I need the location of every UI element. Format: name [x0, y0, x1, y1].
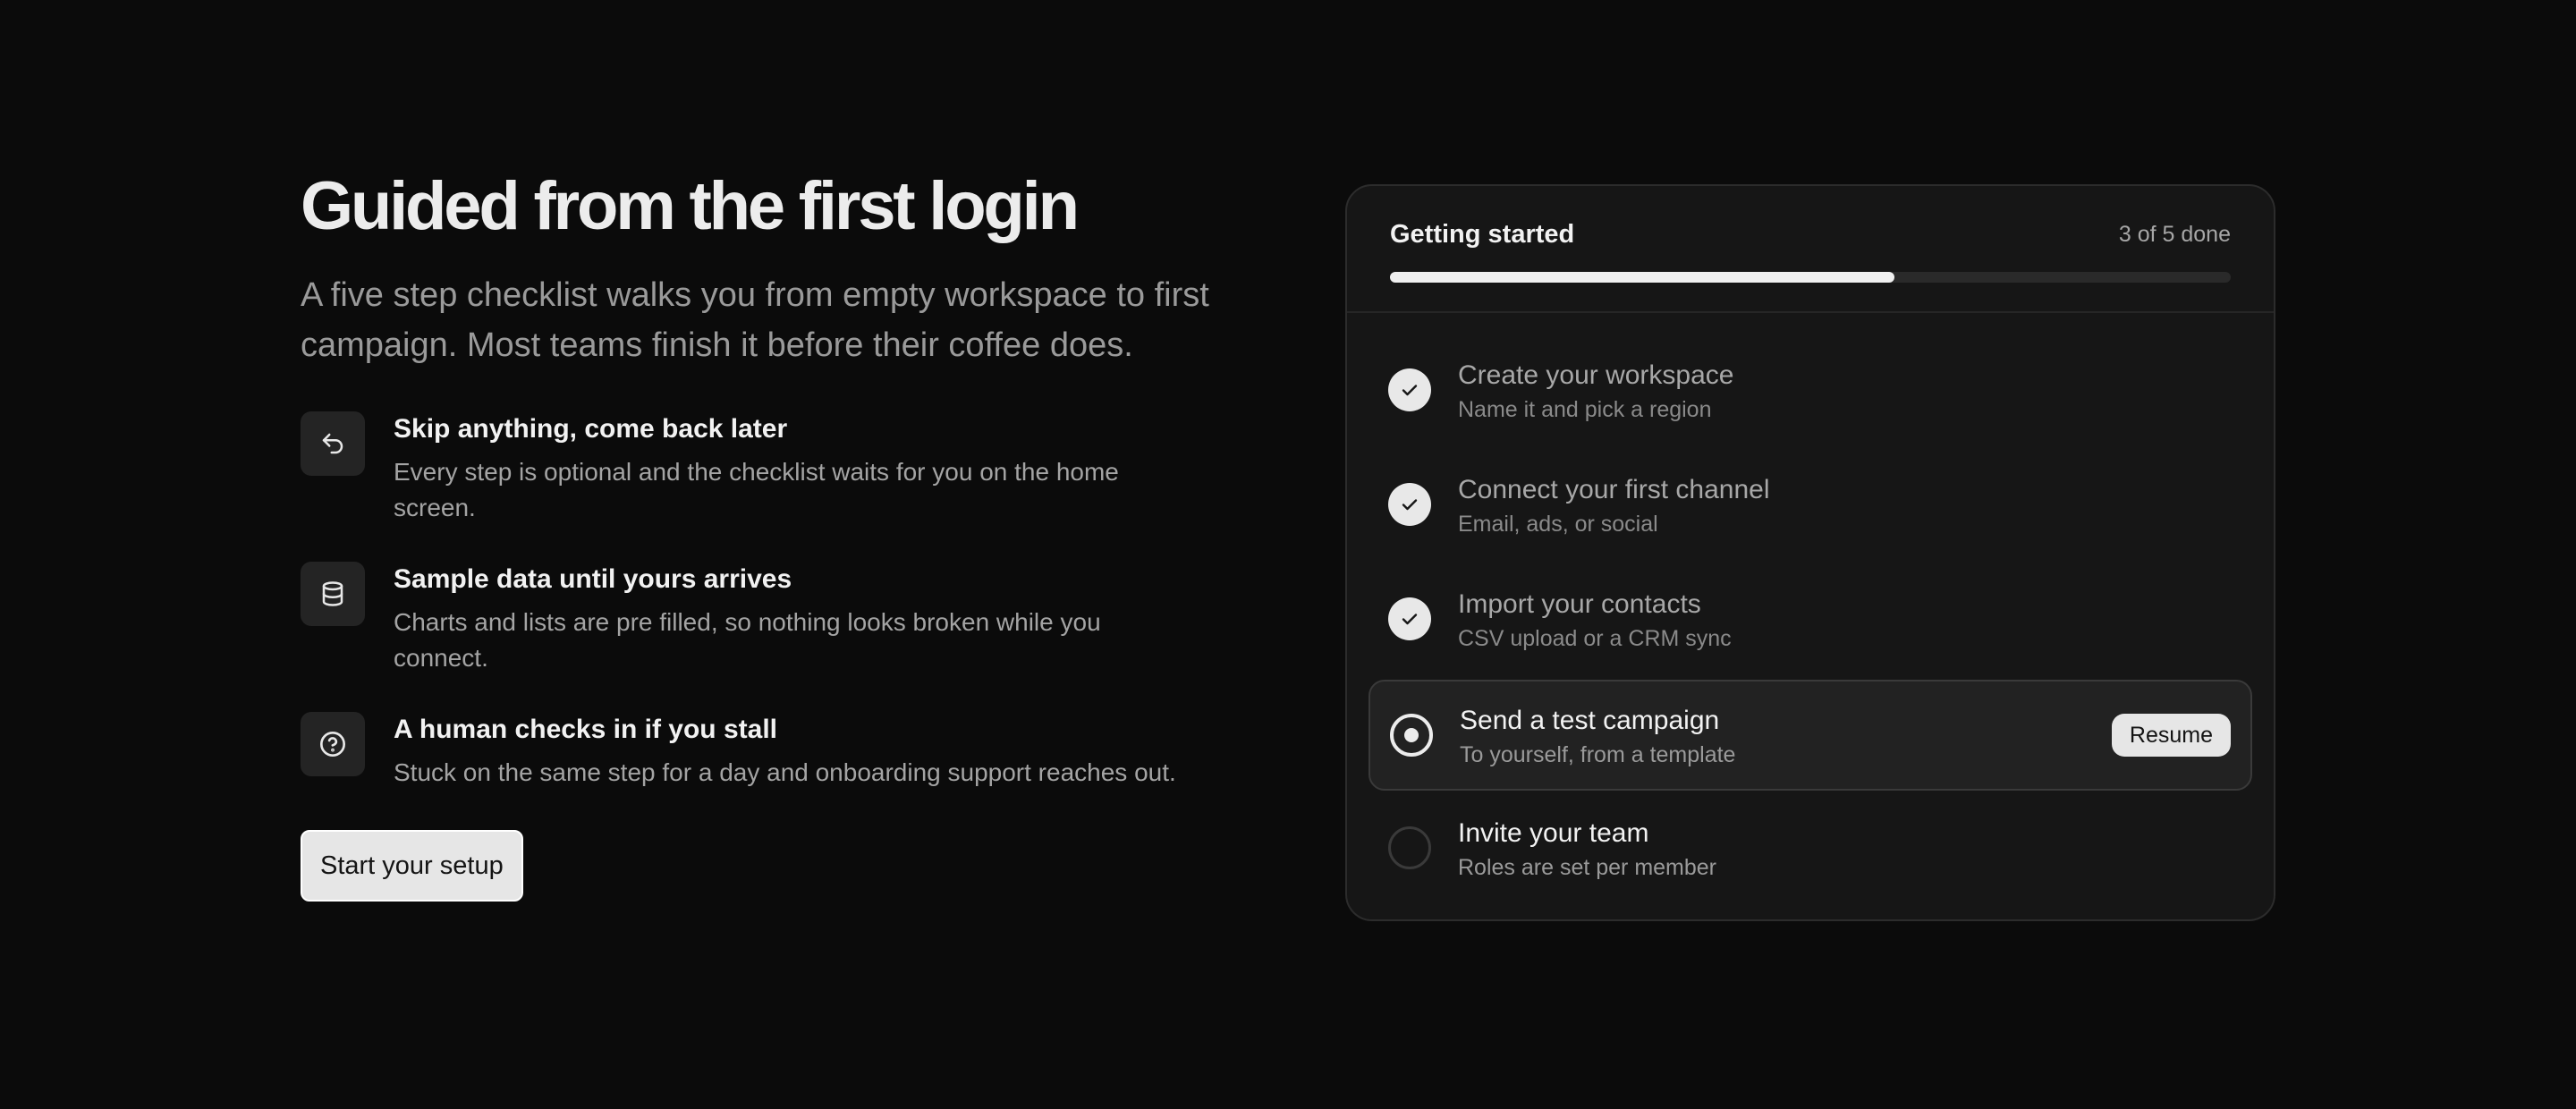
checklist-step-current[interactable]: Send a test campaign To yourself, from a…	[1368, 680, 2252, 791]
step-subtitle: Roles are set per member	[1458, 855, 1717, 880]
feature-title: Skip anything, come back later	[394, 414, 788, 444]
checklist-step[interactable]: Create your workspace Name it and pick a…	[1368, 333, 2252, 444]
progress-count: 3 of 5 done	[2118, 222, 2231, 247]
check-icon	[1388, 597, 1431, 640]
help-circle-icon	[301, 712, 365, 776]
step-subtitle: Name it and pick a region	[1458, 397, 1712, 422]
radio-dot-icon	[1390, 714, 1433, 757]
step-title: Invite your team	[1458, 818, 1649, 848]
hero-section: Guided from the first login A five step …	[301, 166, 1249, 902]
step-subtitle: CSV upload or a CRM sync	[1458, 626, 1732, 651]
step-subtitle: Email, ads, or social	[1458, 512, 1658, 537]
page-title: Guided from the first login	[301, 168, 1080, 244]
undo-arrow-icon	[301, 411, 365, 476]
checklist-title: Getting started	[1390, 220, 1575, 249]
checklist-card: Getting started 3 of 5 done Create your …	[1345, 184, 2275, 921]
feature-description: Every step is optional and the checklist…	[394, 458, 1119, 521]
feature-description: Stuck on the same step for a day and onb…	[394, 758, 1176, 786]
checklist-step[interactable]: Import your contacts CSV upload or a CRM…	[1368, 562, 2252, 673]
resume-button[interactable]: Resume	[2111, 714, 2231, 757]
feature-description: Charts and lists are pre filled, so noth…	[394, 608, 1101, 672]
progress-bar-fill	[1390, 272, 1894, 283]
feature-list: Skip anything, come back later Every ste…	[301, 411, 1249, 791]
feature-title: Sample data until yours arrives	[394, 564, 792, 594]
feature-item: A human checks in if you stall Stuck on …	[301, 712, 1249, 791]
database-icon	[301, 562, 365, 626]
step-title: Import your contacts	[1458, 589, 1701, 619]
step-title: Create your workspace	[1458, 360, 1734, 390]
progress-bar	[1390, 272, 2231, 283]
page: Guided from the first login A five step …	[0, 0, 2576, 1109]
start-setup-button[interactable]: Start your setup	[301, 830, 523, 902]
radio-dot	[1404, 728, 1419, 742]
empty-circle-icon	[1388, 826, 1431, 869]
step-title: Send a test campaign	[1460, 706, 1720, 735]
feature-title: A human checks in if you stall	[394, 715, 777, 744]
check-icon	[1388, 483, 1431, 526]
checklist-step[interactable]: Connect your first channel Email, ads, o…	[1368, 447, 2252, 558]
check-icon	[1388, 368, 1431, 411]
step-title: Connect your first channel	[1458, 475, 1770, 504]
feature-item: Sample data until yours arrives Charts a…	[301, 562, 1249, 676]
feature-item: Skip anything, come back later Every ste…	[301, 411, 1249, 526]
checklist-step[interactable]: Invite your team Roles are set per membe…	[1368, 791, 2252, 902]
hero-subhead: A five step checklist walks you from emp…	[301, 276, 1209, 364]
checklist-header: Getting started 3 of 5 done	[1347, 186, 2274, 313]
step-subtitle: To yourself, from a template	[1460, 742, 1736, 767]
